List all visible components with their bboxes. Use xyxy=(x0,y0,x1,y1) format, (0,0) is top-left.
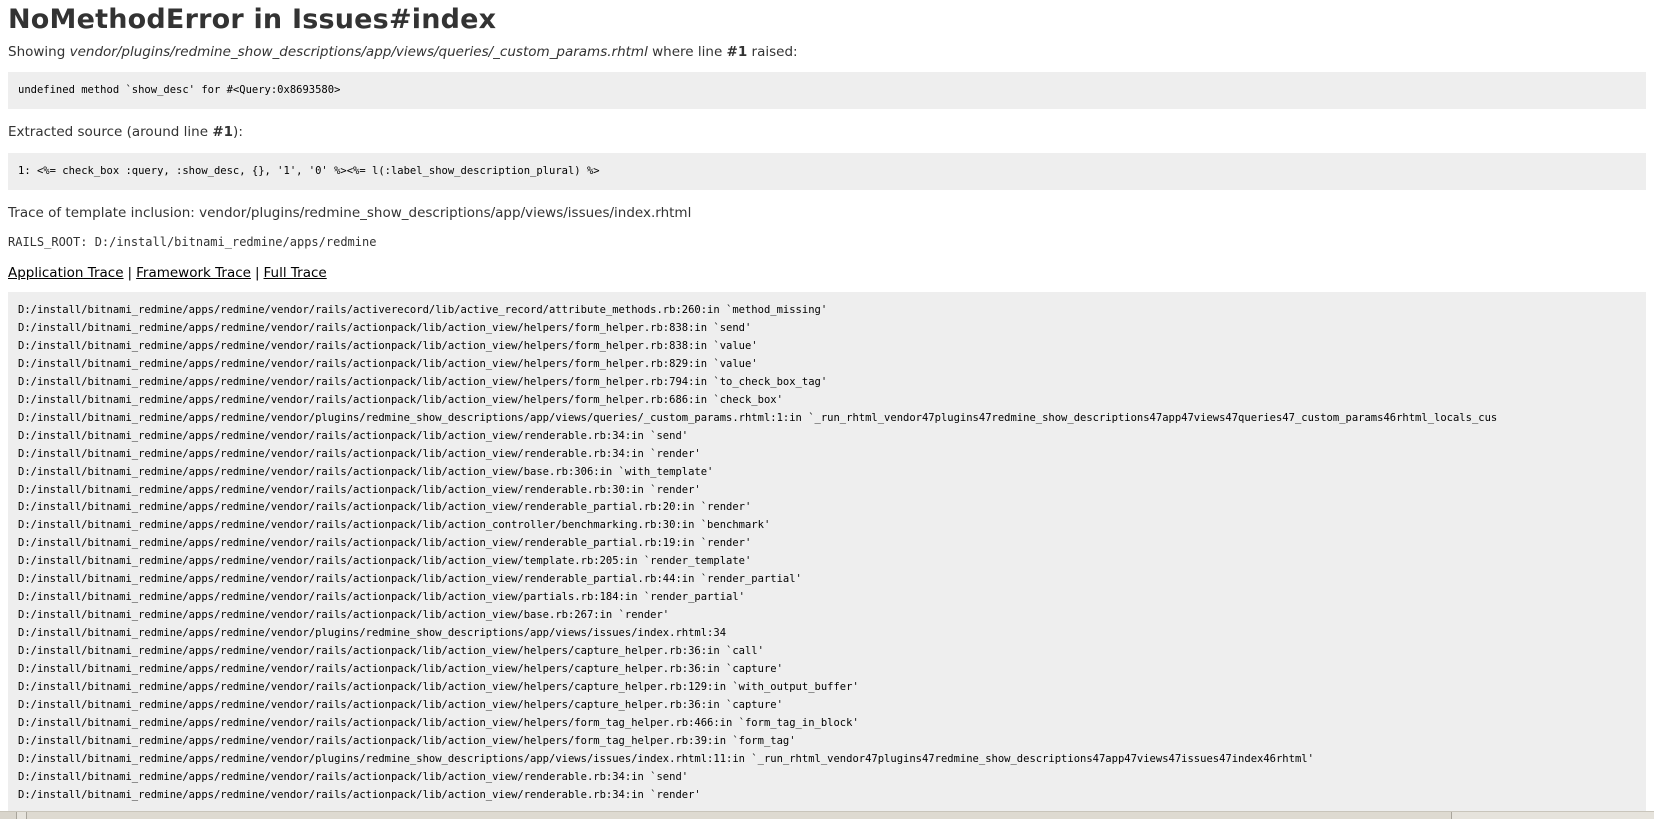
trace-line: D:/install/bitnami_redmine/apps/redmine/… xyxy=(18,752,1314,765)
trace-links: Application Trace | Framework Trace | Full T… xyxy=(8,264,1646,282)
trace-line: D:/install/bitnami_redmine/apps/redmine/… xyxy=(18,698,783,711)
error-message-box: undefined method `show_desc' for #<Query… xyxy=(8,72,1646,109)
trace-line: D:/install/bitnami_redmine/apps/redmine/… xyxy=(18,357,758,370)
application-trace-box: D:/install/bitnami_redmine/apps/redmine/… xyxy=(8,292,1646,819)
extracted-suffix: ): xyxy=(233,124,243,140)
extracted-prefix: Extracted source (around line xyxy=(8,124,213,140)
framework-trace-link[interactable]: Framework Trace xyxy=(136,265,251,281)
rails-root: RAILS_ROOT: D:/install/bitnami_redmine/a… xyxy=(8,235,377,249)
extracted-source-label: Extracted source (around line #1): xyxy=(8,123,1646,141)
trace-line: D:/install/bitnami_redmine/apps/redmine/… xyxy=(18,537,752,550)
link-separator: | xyxy=(254,265,260,281)
showing-suffix: raised: xyxy=(747,44,798,60)
link-separator: | xyxy=(127,265,133,281)
trace-line: D:/install/bitnami_redmine/apps/redmine/… xyxy=(18,663,783,676)
trace-line: D:/install/bitnami_redmine/apps/redmine/… xyxy=(18,555,752,568)
trace-line: D:/install/bitnami_redmine/apps/redmine/… xyxy=(18,304,828,316)
error-content: NoMethodError in Issues#index Showing ve… xyxy=(0,2,1654,819)
trace-line: D:/install/bitnami_redmine/apps/redmine/… xyxy=(18,321,752,334)
trace-line: D:/install/bitnami_redmine/apps/redmine/… xyxy=(18,411,1498,424)
scrollbar-thumb[interactable] xyxy=(26,812,1452,819)
showing-line-number: #1 xyxy=(726,44,748,60)
horizontal-scrollbar[interactable] xyxy=(0,811,1654,819)
trace-line: D:/install/bitnami_redmine/apps/redmine/… xyxy=(18,645,764,658)
trace-line: D:/install/bitnami_redmine/apps/redmine/… xyxy=(18,429,689,442)
trace-line: D:/install/bitnami_redmine/apps/redmine/… xyxy=(18,627,727,640)
extracted-line-number: #1 xyxy=(212,124,234,140)
trace-line: D:/install/bitnami_redmine/apps/redmine/… xyxy=(18,483,701,496)
trace-line: D:/install/bitnami_redmine/apps/redmine/… xyxy=(18,501,752,514)
trace-line: D:/install/bitnami_redmine/apps/redmine/… xyxy=(18,447,701,460)
trace-line: D:/install/bitnami_redmine/apps/redmine/… xyxy=(18,734,796,747)
trace-line: D:/install/bitnami_redmine/apps/redmine/… xyxy=(18,519,771,532)
error-page: NoMethodError in Issues#index Showing ve… xyxy=(0,0,1654,819)
scroll-left-arrow-icon[interactable] xyxy=(0,812,17,819)
trace-line: D:/install/bitnami_redmine/apps/redmine/… xyxy=(18,465,714,478)
page-title: NoMethodError in Issues#index xyxy=(8,4,497,35)
trace-line: D:/install/bitnami_redmine/apps/redmine/… xyxy=(18,375,828,388)
template-inclusion: Trace of template inclusion: vendor/plug… xyxy=(8,205,692,221)
template-path: vendor/plugins/redmine_show_descriptions… xyxy=(69,44,648,60)
trace-line: D:/install/bitnami_redmine/apps/redmine/… xyxy=(18,681,859,694)
trace-line: D:/install/bitnami_redmine/apps/redmine/… xyxy=(18,788,701,801)
application-trace-link[interactable]: Application Trace xyxy=(8,265,124,281)
trace-line: D:/install/bitnami_redmine/apps/redmine/… xyxy=(18,339,758,352)
trace-line: D:/install/bitnami_redmine/apps/redmine/… xyxy=(18,573,802,586)
showing-prefix: Showing xyxy=(8,44,70,60)
trace-line: D:/install/bitnami_redmine/apps/redmine/… xyxy=(18,609,670,622)
error-message: undefined method `show_desc' for #<Query… xyxy=(18,84,341,96)
trace-line: D:/install/bitnami_redmine/apps/redmine/… xyxy=(18,393,783,406)
trace-line: D:/install/bitnami_redmine/apps/redmine/… xyxy=(18,591,745,604)
source-line: 1: <%= check_box :query, :show_desc, {},… xyxy=(18,165,600,177)
full-trace-link[interactable]: Full Trace xyxy=(264,265,327,281)
trace-line: D:/install/bitnami_redmine/apps/redmine/… xyxy=(18,770,689,783)
extracted-source-box: 1: <%= check_box :query, :show_desc, {},… xyxy=(8,153,1646,190)
showing-line: Showing vendor/plugins/redmine_show_desc… xyxy=(8,43,1646,61)
trace-line: D:/install/bitnami_redmine/apps/redmine/… xyxy=(18,716,859,729)
showing-middle: where line xyxy=(647,44,727,60)
